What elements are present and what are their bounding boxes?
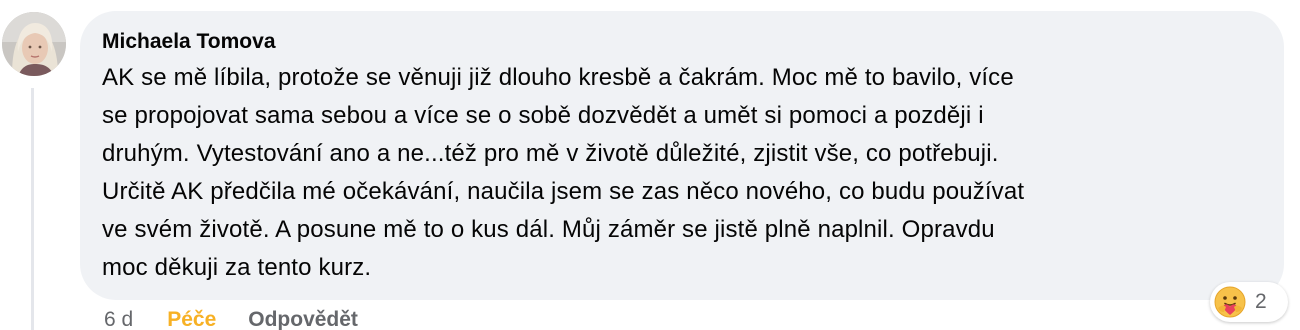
reply-button[interactable]: Odpovědět (248, 306, 358, 330)
care-reaction-button[interactable]: Péče (167, 306, 216, 330)
comment-bubble: Michaela Tomova AK se mě líbila, protože… (80, 11, 1284, 300)
reaction-summary[interactable]: 2 (1210, 282, 1288, 322)
comment-text-line: Určitě AK předčila mé očekávání, naučila… (102, 178, 1025, 205)
comment-thread: Michaela Tomova AK se mě líbila, protože… (0, 0, 1300, 330)
care-reaction-icon (1214, 286, 1246, 318)
comment-actions: 6 d Péče Odpovědět (104, 306, 358, 330)
avatar-image (2, 12, 66, 76)
avatar[interactable] (2, 12, 66, 76)
comment-text-line: AK se mě líbila, protože se věnuji již d… (102, 64, 1014, 91)
comment-text: AK se mě líbila, protože se věnuji již d… (102, 59, 1258, 287)
comment-text-line: ve svém životě. A posune mě to o kus dál… (102, 216, 995, 243)
thread-line (31, 88, 34, 330)
comment-text-line: druhým. Vytestování ano a ne...též pro m… (102, 140, 999, 167)
comment-text-line: se propojovat sama sebou a více se o sob… (102, 102, 984, 129)
reaction-count: 2 (1255, 290, 1267, 313)
comment-text-line: moc děkuji za tento kurz. (102, 254, 372, 281)
comment-author[interactable]: Michaela Tomova (102, 29, 1258, 55)
comment-timestamp[interactable]: 6 d (104, 306, 133, 330)
